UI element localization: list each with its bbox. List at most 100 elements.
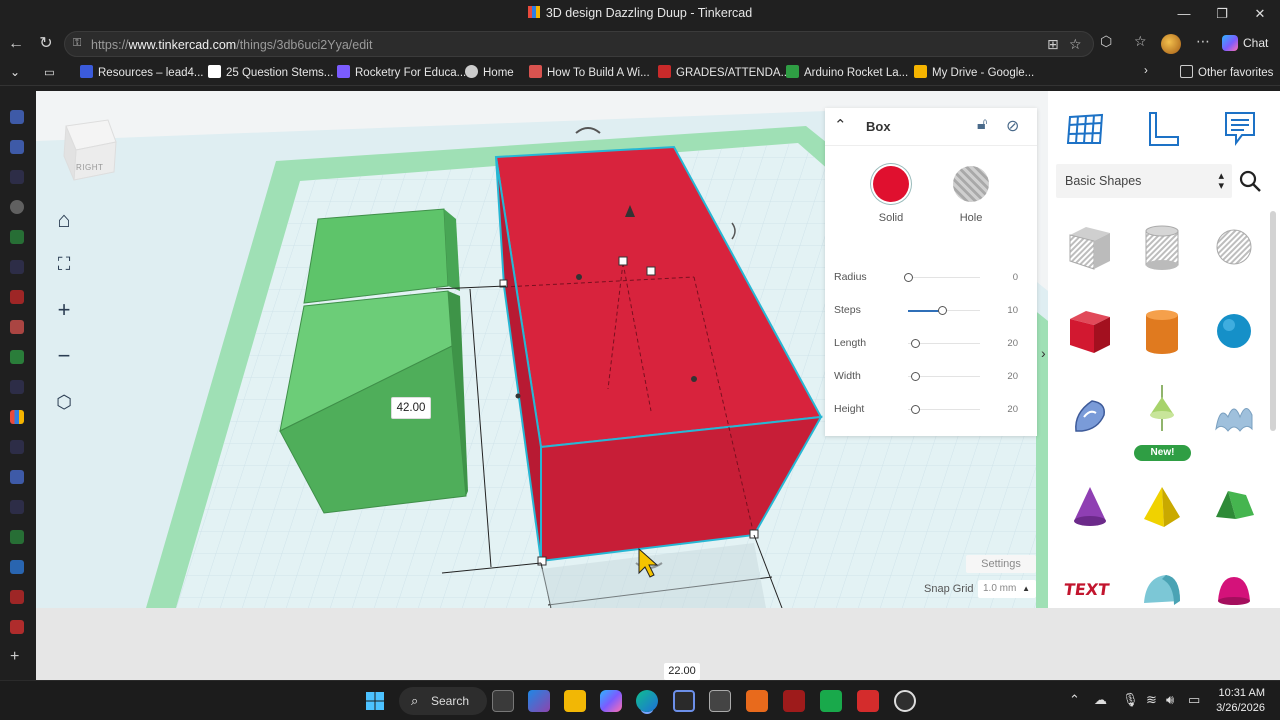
slider-knob[interactable] (938, 306, 947, 315)
collections-icon[interactable]: ▭ (44, 65, 55, 79)
sidebar-add-icon[interactable]: + (10, 648, 19, 666)
sidebar-app-icon[interactable] (10, 200, 24, 214)
maximize-button[interactable]: ❐ (1210, 4, 1234, 24)
sidebar-app-icon[interactable] (10, 530, 24, 544)
sidebar-search-icon[interactable] (10, 440, 24, 454)
expand-panel-chevron-icon[interactable]: › (1041, 345, 1046, 361)
snipping-tool-icon[interactable] (709, 690, 731, 712)
app-icon[interactable] (783, 690, 805, 712)
chevron-down-icon[interactable]: ⌄ (10, 65, 20, 79)
half-cylinder-shape[interactable] (1134, 561, 1190, 608)
home-view-icon[interactable]: ⌂ (48, 204, 80, 236)
favorite-item[interactable]: Home (465, 65, 514, 79)
panel-scrollbar[interactable] (1270, 211, 1276, 431)
sidebar-app-icon[interactable] (10, 590, 24, 604)
slider-track[interactable] (908, 277, 980, 278)
prop-radius[interactable]: Radius 0 (834, 270, 1030, 286)
zoom-in-icon[interactable]: + (48, 294, 80, 326)
prop-value[interactable]: 0 (1013, 272, 1018, 283)
app-icon[interactable] (528, 690, 550, 712)
cylinder-hole-shape[interactable] (1134, 219, 1190, 275)
favorite-item[interactable]: GRADES/ATTENDA... (658, 65, 790, 79)
microphone-icon[interactable]: 🎙︎ (1122, 692, 1139, 708)
handle-dot[interactable] (576, 274, 582, 280)
close-button[interactable]: ✕ (1248, 4, 1272, 24)
app-icon[interactable] (746, 690, 768, 712)
shape-category-select[interactable]: Basic Shapes ▴ ▾ (1056, 164, 1232, 198)
sidebar-app-icon[interactable] (10, 140, 24, 154)
other-favorites[interactable]: Other favorites (1180, 65, 1273, 79)
favorites-icon[interactable]: ☆ (1134, 33, 1147, 50)
store-icon[interactable] (673, 690, 695, 712)
roof-shape[interactable] (1206, 479, 1262, 535)
favorite-item[interactable]: How To Build A Wi... (529, 65, 650, 79)
sidebar-search-icon[interactable] (10, 470, 24, 484)
chat-button[interactable]: Chat (1222, 35, 1268, 51)
minimize-button[interactable]: — (1172, 4, 1196, 24)
view-cube-icon[interactable] (62, 118, 118, 182)
favorite-item[interactable]: Resources – lead4... (80, 65, 203, 79)
sidebar-youtube-icon[interactable] (10, 620, 24, 634)
fit-view-icon[interactable]: ⛶ (48, 248, 80, 280)
lock-icon[interactable]: 🔓︎ (977, 116, 987, 134)
edge-browser-icon[interactable] (636, 690, 658, 712)
ruler-icon[interactable] (1144, 109, 1184, 149)
slider-knob[interactable] (911, 405, 920, 414)
refresh-icon[interactable]: ↻ (34, 32, 58, 56)
favorite-item[interactable]: Rocketry For Educa... (337, 65, 466, 79)
slider-knob[interactable] (911, 339, 920, 348)
app-icon[interactable] (857, 690, 879, 712)
slider-knob[interactable] (911, 372, 920, 381)
prop-length[interactable]: Length 20 (834, 336, 1030, 352)
box-hole-shape[interactable] (1062, 219, 1118, 275)
sidebar-search-icon[interactable] (10, 260, 24, 274)
perspective-icon[interactable]: ⬡ (48, 386, 80, 418)
spinning-top-shape[interactable] (1134, 381, 1190, 437)
resize-handle[interactable] (646, 266, 656, 276)
scribble-shape[interactable] (1062, 387, 1118, 443)
clock[interactable]: 10:31 AM 3/26/2026 (1209, 686, 1265, 716)
volume-icon[interactable]: 🔊︎ (1166, 692, 1174, 708)
handle-dot[interactable] (515, 393, 521, 399)
wave-shape[interactable] (1206, 387, 1262, 443)
more-options-icon[interactable]: ⋯ (1196, 33, 1210, 50)
favorite-star-icon[interactable]: ☆ (1069, 36, 1082, 53)
sidebar-app-icon[interactable] (10, 110, 24, 124)
prop-value[interactable]: 20 (1007, 404, 1018, 415)
favorite-item[interactable]: My Drive - Google... (914, 65, 1034, 79)
slider-knob[interactable] (904, 273, 913, 282)
pyramid-shape[interactable] (1134, 479, 1190, 535)
view-cube[interactable]: RIGHT (62, 118, 118, 182)
extensions-icon[interactable]: ⬡ (1100, 33, 1112, 50)
sidebar-search-icon[interactable] (10, 170, 24, 184)
app-icon[interactable] (820, 690, 842, 712)
prop-width[interactable]: Width 20 (834, 369, 1030, 385)
sidebar-app-icon[interactable] (10, 230, 24, 244)
resize-handle[interactable] (537, 556, 547, 566)
search-icon[interactable] (1238, 169, 1262, 193)
sidebar-app-icon[interactable] (10, 320, 24, 334)
prop-value[interactable]: 20 (1007, 338, 1018, 349)
text-shape[interactable]: TEXT (1062, 561, 1118, 608)
wifi-icon[interactable]: ≋ (1146, 692, 1157, 708)
chevron-right-icon[interactable]: › (1144, 65, 1148, 77)
copilot-icon[interactable] (600, 690, 622, 712)
profile-avatar[interactable] (1161, 34, 1181, 54)
sphere-shape[interactable] (1206, 303, 1262, 359)
prop-steps[interactable]: Steps 10 (834, 303, 1030, 319)
windows-start-icon[interactable] (364, 690, 386, 712)
handle-dot[interactable] (691, 376, 697, 382)
cylinder-shape[interactable] (1134, 303, 1190, 359)
file-explorer-icon[interactable] (564, 690, 586, 712)
favorite-item[interactable]: 25 Question Stems... (208, 65, 333, 79)
sidebar-app-icon[interactable] (10, 350, 24, 364)
address-bar[interactable]: ⚿ https://www.tinkercad.com/things/3db6u… (64, 31, 1094, 57)
notes-icon[interactable] (1220, 109, 1260, 149)
prop-value[interactable]: 10 (1007, 305, 1018, 316)
zoom-out-icon[interactable]: − (48, 340, 80, 372)
show-hidden-icons-icon[interactable]: ⌃ (1069, 692, 1080, 708)
collapse-chevron-icon[interactable]: ⌃ (834, 116, 847, 134)
solid-color-swatch[interactable] (873, 166, 909, 202)
favorite-item[interactable]: Arduino Rocket La... (786, 65, 908, 79)
resize-handle[interactable] (749, 529, 759, 539)
